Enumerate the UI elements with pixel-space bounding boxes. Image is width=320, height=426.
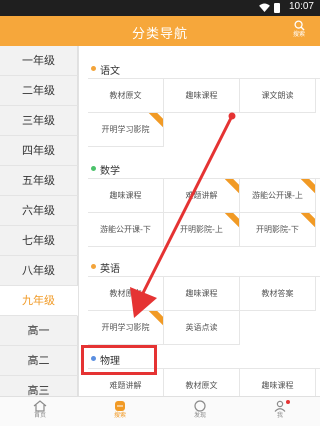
sidebar-item-grade[interactable]: 六年级: [0, 196, 78, 226]
resource-grid: 趣味课程 难题讲解 游能公开课-上游能公开课-下 开明影院-上 开明影院-下: [88, 178, 320, 247]
tab-label: 发现: [193, 412, 206, 419]
subject-name: 英语: [100, 264, 120, 275]
subject-section: 语文教材原文 趣味课程 课文朗读开明学习影院: [88, 60, 320, 147]
resource-item[interactable]: 开明学习影院: [88, 311, 164, 345]
sidebar-item-grade[interactable]: 四年级: [0, 136, 78, 166]
resource-item-label: 趣味课程: [185, 91, 218, 100]
search-button[interactable]: 搜索: [290, 20, 308, 44]
subject-section: 数学趣味课程 难题讲解 游能公开课-上游能公开课-下 开明影院-上 开明影院-下: [88, 160, 320, 247]
search-label: 搜索: [292, 31, 305, 38]
new-badge-icon: [147, 311, 163, 329]
resource-item[interactable]: 教材答案: [240, 277, 316, 311]
resource-item-label: 教材原文: [109, 91, 142, 100]
status-bar: 10:07: [0, 0, 320, 16]
app-header: 分类导航 搜索: [0, 16, 320, 46]
grade-sidebar: 一年级 二年级 三年级 四年级 五年级 六年级 七年级 八年级 九年级 高一 高二 高三: [0, 46, 79, 406]
bottom-tabbar: 首页 搜索 发现 我: [0, 396, 320, 426]
sidebar-item-grade[interactable]: 七年级: [0, 226, 78, 256]
resource-item[interactable]: 教材原文: [88, 277, 164, 311]
new-badge-icon: [223, 213, 239, 231]
resource-item[interactable]: 趣味课程: [88, 179, 164, 213]
resource-item[interactable]: 趣味课程: [164, 79, 240, 113]
resource-item[interactable]: 游能公开课-下: [88, 213, 164, 247]
resource-item-label: 开明影院-上: [180, 225, 223, 234]
resource-item-label: 教材原文: [109, 289, 142, 298]
resource-grid: 教材原文 趣味课程 课文朗读开明学习影院: [88, 78, 320, 147]
subject-section-header: 语文: [88, 60, 320, 78]
sidebar-item-grade[interactable]: 高二: [0, 346, 78, 376]
sidebar-item-grade[interactable]: 高一: [0, 316, 78, 346]
resource-item[interactable]: 课文朗读: [240, 79, 316, 113]
new-badge-icon: [299, 213, 315, 231]
tab-item[interactable]: 我: [240, 397, 320, 426]
compass-icon: [160, 400, 240, 412]
home-icon: [0, 400, 80, 412]
resource-item-label: 趣味课程: [109, 191, 142, 200]
tab-item[interactable]: 发现: [160, 397, 240, 426]
tab-item[interactable]: 搜索: [80, 397, 160, 426]
resource-item-label: 英语点读: [185, 323, 218, 332]
resource-item[interactable]: 教材原文: [164, 369, 240, 396]
resource-item-label: 趣味课程: [261, 381, 294, 390]
resource-item-label: 教材原文: [185, 381, 218, 390]
resource-item-label: 难题讲解: [109, 381, 142, 390]
category-icon: [80, 400, 160, 412]
subject-content: 语文 教材原文 趣味课程 课文朗读 开明学习影院 数学 趣味课程 难题讲解 游能公开课-上 游能公…: [80, 46, 320, 396]
search-icon: [293, 20, 305, 31]
tab-label: 搜索: [113, 412, 126, 419]
notification-dot-icon: [286, 400, 290, 404]
resource-item-label: 开明学习影院: [101, 323, 150, 332]
resource-item[interactable]: 开明学习影院: [88, 113, 164, 147]
subject-section: 英语教材原文 趣味课程 教材答案开明学习影院 英语点读: [88, 258, 320, 345]
resource-item-label: 开明影院-下: [256, 225, 299, 234]
sidebar-item-grade[interactable]: 九年级: [0, 286, 78, 316]
new-badge-icon: [147, 113, 163, 131]
person-icon: [240, 400, 320, 412]
resource-item[interactable]: 难题讲解: [164, 179, 240, 213]
sidebar-item-grade[interactable]: 五年级: [0, 166, 78, 196]
tab-label: 我: [276, 412, 283, 419]
subject-dot-icon: [91, 166, 96, 171]
subject-name: 语文: [100, 66, 120, 77]
subject-dot-icon: [91, 66, 96, 71]
resource-item-label: 课文朗读: [261, 91, 294, 100]
subject-section-header: 英语: [88, 258, 320, 276]
new-badge-icon: [223, 179, 239, 197]
status-time: 10:07: [288, 1, 314, 12]
sidebar-item-grade[interactable]: 三年级: [0, 106, 78, 136]
tab-item[interactable]: 首页: [0, 397, 80, 426]
subject-section-header: 数学: [88, 160, 320, 178]
resource-item-label: 教材答案: [261, 289, 294, 298]
resource-grid: 教材原文 趣味课程 教材答案开明学习影院 英语点读: [88, 276, 320, 345]
resource-item[interactable]: 英语点读: [164, 311, 240, 345]
resource-item[interactable]: 游能公开课-上: [240, 179, 316, 213]
battery-icon: [274, 3, 280, 13]
resource-item[interactable]: 趣味课程: [164, 277, 240, 311]
sidebar-item-grade[interactable]: 二年级: [0, 76, 78, 106]
wifi-icon: [259, 3, 270, 12]
subject-dot-icon: [91, 264, 96, 269]
page-title: 分类导航: [131, 27, 188, 42]
tab-label: 首页: [33, 412, 46, 419]
resource-item[interactable]: 开明影院-下: [240, 213, 316, 247]
subject-name: 数学: [100, 166, 120, 177]
resource-item-label: 游能公开课-上: [252, 191, 303, 200]
sidebar-item-grade[interactable]: 八年级: [0, 256, 78, 286]
resource-item[interactable]: 开明影院-上: [164, 213, 240, 247]
sidebar-item-grade[interactable]: 一年级: [0, 46, 78, 76]
resource-item-label: 趣味课程: [185, 289, 218, 298]
resource-item-label: 难题讲解: [185, 191, 218, 200]
resource-item[interactable]: 趣味课程: [240, 369, 316, 396]
resource-item-label: 游能公开课-下: [100, 225, 151, 234]
resource-item[interactable]: 教材原文: [88, 79, 164, 113]
resource-item-label: 开明学习影院: [101, 125, 150, 134]
highlight-box: [81, 345, 157, 375]
